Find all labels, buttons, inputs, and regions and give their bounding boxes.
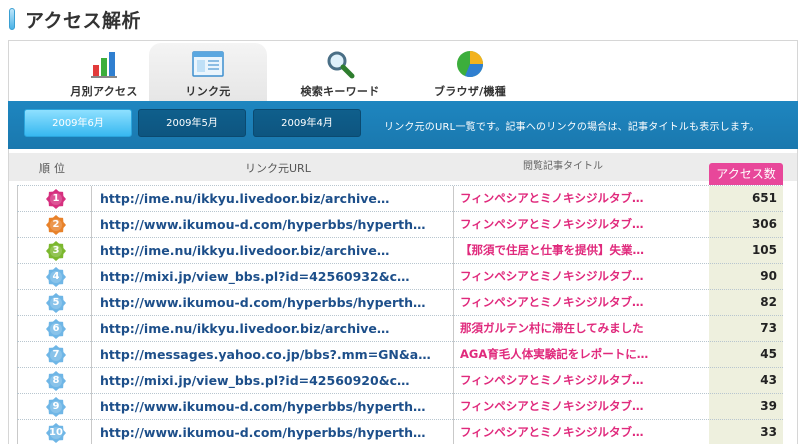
table-row: 9 http://www.ikumou-d.com/hyperbbs/hypert… <box>17 393 783 420</box>
rank-badge-icon: 3 <box>46 241 66 261</box>
rank-number: 4 <box>52 271 60 282</box>
article-title-link[interactable]: フィンペシアとミノキシジルタブ… <box>454 186 709 212</box>
access-count: 651 <box>709 186 783 212</box>
access-count: 306 <box>709 212 783 238</box>
month-button-2009-06[interactable]: 2009年6月 <box>24 109 132 137</box>
rank-number: 3 <box>52 245 60 256</box>
access-count: 39 <box>709 394 783 420</box>
table-row: 7 http://messages.yahoo.co.jp/bbs?.mm=GN&… <box>17 341 783 368</box>
month-button-2009-04[interactable]: 2009年4月 <box>253 109 361 137</box>
header-referrer-url: リンク元URL <box>245 162 311 175</box>
rank-badge-icon: 2 <box>46 215 66 235</box>
rank-cell: 8 <box>17 368 92 394</box>
access-analysis-panel: 月別アクセス リンク元 検索キーワード ブラウザ/機種 2009年6月 2009… <box>8 40 798 444</box>
article-title-link[interactable]: フィンペシアとミノキシジルタブ… <box>454 368 709 394</box>
rank-badge-icon: 1 <box>46 189 66 209</box>
month-button-2009-05[interactable]: 2009年5月 <box>138 109 246 137</box>
rank-badge-icon: 8 <box>46 371 66 391</box>
rank-number: 2 <box>52 219 60 230</box>
rank-badge-icon: 5 <box>46 293 66 313</box>
table-header: 順位 リンク元URL 閲覧記事タイトル アクセス数 <box>9 153 797 185</box>
referrer-url-link[interactable]: http://www.ikumou-d.com/hyperbbs/hyperth… <box>92 212 454 238</box>
rank-badge-icon: 4 <box>46 267 66 287</box>
access-count: 33 <box>709 420 783 444</box>
table-row: 8 http://mixi.jp/view_bbs.pl?id=42560920&… <box>17 367 783 394</box>
rank-cell: 6 <box>17 316 92 342</box>
rank-cell: 2 <box>17 212 92 238</box>
referrer-url-link[interactable]: http://mixi.jp/view_bbs.pl?id=42560920&c… <box>92 368 454 394</box>
access-count: 82 <box>709 290 783 316</box>
rank-cell: 7 <box>17 342 92 368</box>
article-title-link[interactable]: フィンペシアとミノキシジルタブ… <box>454 394 709 420</box>
table-row: 2 http://www.ikumou-d.com/hyperbbs/hypert… <box>17 211 783 238</box>
access-count: 43 <box>709 368 783 394</box>
tab-label: リンク元 <box>185 85 231 98</box>
rank-number: 5 <box>52 297 60 308</box>
window-icon <box>192 51 224 77</box>
tab-label: ブラウザ/機種 <box>433 85 507 98</box>
month-description: リンク元のURL一覧です。記事へのリンクの場合は、記事タイトルも表示します。 <box>384 122 760 133</box>
rank-number: 1 <box>52 193 60 204</box>
tab-label: 月別アクセス <box>70 85 138 98</box>
referrer-url-link[interactable]: http://www.ikumou-d.com/hyperbbs/hyperth… <box>92 394 454 420</box>
tab-monthly-access[interactable]: 月別アクセス <box>45 43 163 101</box>
rank-badge-icon: 7 <box>46 345 66 365</box>
rank-cell: 9 <box>17 394 92 420</box>
rank-badge-icon: 6 <box>46 319 66 339</box>
table-row: 4 http://mixi.jp/view_bbs.pl?id=42560932&… <box>17 263 783 290</box>
month-selector-bar: 2009年6月 2009年5月 2009年4月 リンク元のURL一覧です。記事へ… <box>8 101 798 149</box>
article-title-link[interactable]: フィンペシアとミノキシジルタブ… <box>454 212 709 238</box>
table-row: 5 http://www.ikumou-d.com/hyperbbs/hypert… <box>17 289 783 316</box>
rank-badge-icon: 9 <box>46 397 66 417</box>
table-row: 1 http://ime.nu/ikkyu.livedoor.biz/archiv… <box>17 185 783 212</box>
referrer-url-link[interactable]: http://mixi.jp/view_bbs.pl?id=42560932&c… <box>92 264 454 290</box>
article-title-link[interactable]: フィンペシアとミノキシジルタブ… <box>454 264 709 290</box>
rank-cell: 1 <box>17 186 92 212</box>
tab-search-keyword[interactable]: 検索キーワード <box>281 43 399 101</box>
tab-referrer[interactable]: リンク元 <box>149 43 267 101</box>
article-title-link[interactable]: 【那須で住居と仕事を提供】失業… <box>454 238 709 264</box>
table-row: 3 http://ime.nu/ikkyu.livedoor.biz/archiv… <box>17 237 783 264</box>
tab-bar: 月別アクセス リンク元 検索キーワード ブラウザ/機種 <box>9 41 797 101</box>
tab-label: 検索キーワード <box>300 85 380 98</box>
header-accent-bar <box>9 8 15 30</box>
rank-cell: 3 <box>17 238 92 264</box>
article-title-link[interactable]: フィンペシアとミノキシジルタブ… <box>454 420 709 444</box>
rank-badge-icon: 10 <box>46 423 66 443</box>
tab-browser-device[interactable]: ブラウザ/機種 <box>411 43 529 101</box>
rank-cell: 10 <box>17 420 92 444</box>
rank-cell: 5 <box>17 290 92 316</box>
referrer-url-link[interactable]: http://www.ikumou-d.com/hyperbbs/hyperth… <box>92 420 454 444</box>
rank-number: 8 <box>52 375 60 386</box>
bar-chart-icon <box>91 52 117 78</box>
table-row: 10 http://www.ikumou-d.com/hyperbbs/hyper… <box>17 419 783 444</box>
rank-number: 6 <box>52 323 60 334</box>
article-title-link[interactable]: AGA育毛人体実験記をレポートに… <box>454 342 709 368</box>
page-title: アクセス解析 <box>25 10 142 32</box>
article-title-link[interactable]: フィンペシアとミノキシジルタブ… <box>454 290 709 316</box>
referrer-url-link[interactable]: http://ime.nu/ikkyu.livedoor.biz/archive… <box>92 316 454 342</box>
referrer-url-link[interactable]: http://ime.nu/ikkyu.livedoor.biz/archive… <box>92 238 454 264</box>
rank-number: 9 <box>52 401 60 412</box>
access-count: 45 <box>709 342 783 368</box>
access-count: 73 <box>709 316 783 342</box>
header-rank: 順位 <box>39 162 69 175</box>
referrer-url-link[interactable]: http://ime.nu/ikkyu.livedoor.biz/archive… <box>92 186 454 212</box>
page-header: アクセス解析 <box>0 0 803 40</box>
table-row: 6 http://ime.nu/ikkyu.livedoor.biz/archiv… <box>17 315 783 342</box>
header-article-title: 閲覧記事タイトル <box>523 161 603 172</box>
rank-number: 10 <box>49 427 63 438</box>
magnifier-icon <box>327 51 355 79</box>
access-count: 90 <box>709 264 783 290</box>
rank-cell: 4 <box>17 264 92 290</box>
access-count: 105 <box>709 238 783 264</box>
pie-chart-icon <box>457 51 483 77</box>
referrer-url-link[interactable]: http://messages.yahoo.co.jp/bbs?.mm=GN&a… <box>92 342 454 368</box>
rank-number: 7 <box>52 349 60 360</box>
article-title-link[interactable]: 那須ガルテン村に滞在してみました <box>454 316 709 342</box>
referrer-url-link[interactable]: http://www.ikumou-d.com/hyperbbs/hyperth… <box>92 290 454 316</box>
header-access-count[interactable]: アクセス数 <box>709 163 783 185</box>
